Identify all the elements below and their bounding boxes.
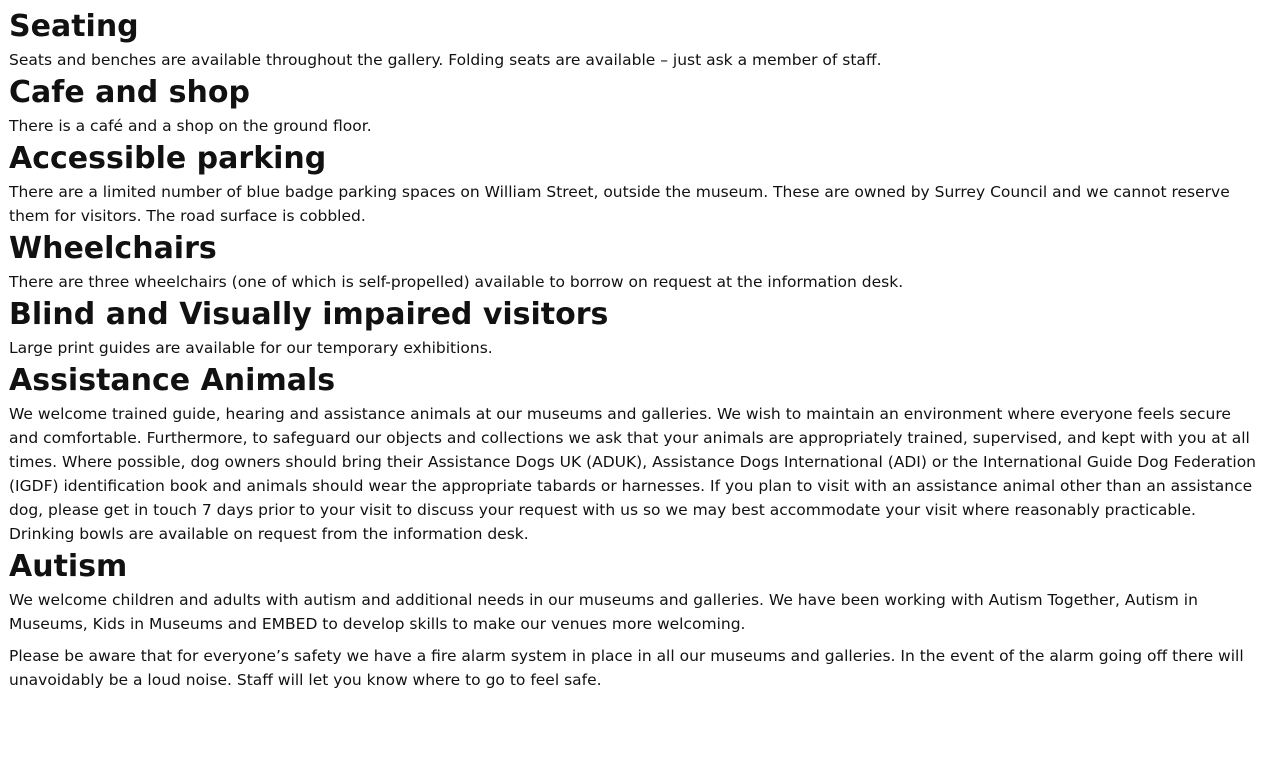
section-text-accessible-parking: There are a limited number of blue badge… — [9, 183, 1230, 225]
section-text-autism-welcome: We welcome children and adults with auti… — [9, 591, 1198, 633]
section-blind-visually-impaired: Blind and Visually impaired visitors Lar… — [9, 296, 1262, 360]
accessibility-info-content: Seating Seats and benches are available … — [0, 0, 1271, 692]
section-heading-blind-visually-impaired: Blind and Visually impaired visitors — [9, 297, 609, 332]
section-cafe-and-shop: Cafe and shop There is a café and a shop… — [9, 74, 1262, 138]
section-wheelchairs: Wheelchairs There are three wheelchairs … — [9, 230, 1262, 294]
section-heading-assistance-animals: Assistance Animals — [9, 363, 336, 398]
section-text-blind-visually-impaired: Large print guides are available for our… — [9, 339, 493, 357]
section-heading-seating: Seating — [9, 9, 139, 44]
section-text-assistance-animals: We welcome trained guide, hearing and as… — [9, 405, 1257, 543]
section-heading-wheelchairs: Wheelchairs — [9, 231, 217, 266]
section-text-seating: Seats and benches are available througho… — [9, 51, 882, 69]
section-heading-cafe-and-shop: Cafe and shop — [9, 75, 250, 110]
section-heading-accessible-parking: Accessible parking — [9, 141, 327, 176]
section-text-wheelchairs: There are three wheelchairs (one of whic… — [9, 273, 904, 291]
section-assistance-animals: Assistance Animals We welcome trained gu… — [9, 362, 1262, 546]
section-text-cafe-and-shop: There is a café and a shop on the ground… — [9, 117, 372, 135]
section-text-autism-fire-alarm: Please be aware that for everyone’s safe… — [9, 647, 1244, 689]
section-accessible-parking: Accessible parking There are a limited n… — [9, 140, 1262, 228]
section-seating: Seating Seats and benches are available … — [9, 8, 1262, 72]
section-autism: Autism We welcome children and adults wi… — [9, 548, 1262, 692]
section-heading-autism: Autism — [9, 549, 128, 584]
